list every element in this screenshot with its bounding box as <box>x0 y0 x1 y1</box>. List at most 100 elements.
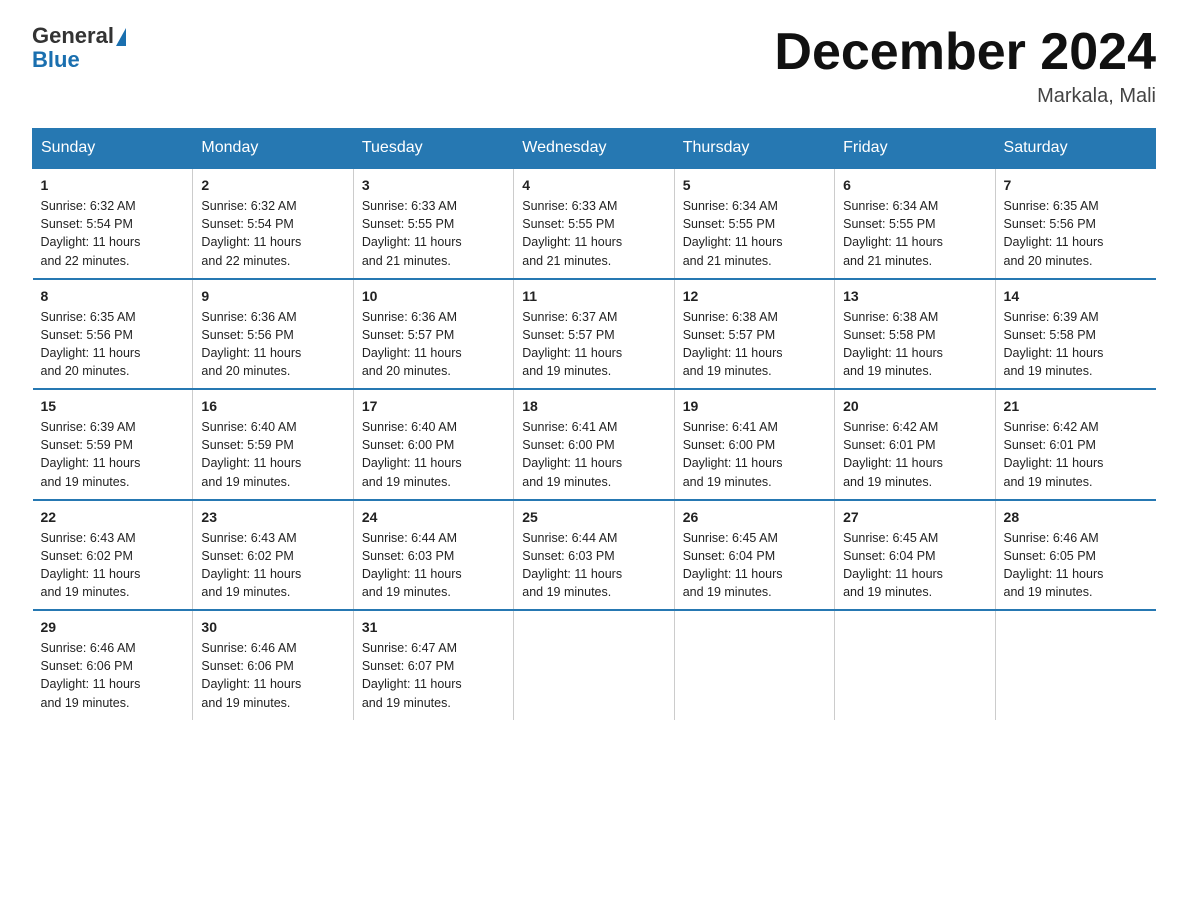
calendar-cell: 6 Sunrise: 6:34 AM Sunset: 5:55 PM Daylig… <box>835 168 995 279</box>
title-area: December 2024 Markala, Mali <box>774 24 1156 108</box>
day-info: Sunrise: 6:35 AM Sunset: 5:56 PM Dayligh… <box>1004 197 1148 270</box>
calendar-cell: 3 Sunrise: 6:33 AM Sunset: 5:55 PM Daylig… <box>353 168 513 279</box>
calendar-week-row: 22 Sunrise: 6:43 AM Sunset: 6:02 PM Dayli… <box>33 500 1156 611</box>
day-info: Sunrise: 6:45 AM Sunset: 6:04 PM Dayligh… <box>843 529 986 602</box>
day-info: Sunrise: 6:40 AM Sunset: 5:59 PM Dayligh… <box>201 418 344 491</box>
calendar-cell: 22Sunrise: 6:43 AM Sunset: 6:02 PM Dayli… <box>33 500 193 611</box>
calendar-cell: 12Sunrise: 6:38 AM Sunset: 5:57 PM Dayli… <box>674 279 834 390</box>
calendar-week-row: 1 Sunrise: 6:32 AM Sunset: 5:54 PM Daylig… <box>33 168 1156 279</box>
calendar-cell: 7Sunrise: 6:35 AM Sunset: 5:56 PM Daylig… <box>995 168 1155 279</box>
day-number: 2 <box>201 177 344 193</box>
day-info: Sunrise: 6:39 AM Sunset: 5:58 PM Dayligh… <box>1004 308 1148 381</box>
day-number: 13 <box>843 288 986 304</box>
logo: General Blue <box>32 24 126 72</box>
day-number: 21 <box>1004 398 1148 414</box>
day-number: 16 <box>201 398 344 414</box>
day-info: Sunrise: 6:46 AM Sunset: 6:06 PM Dayligh… <box>201 639 344 712</box>
day-info: Sunrise: 6:42 AM Sunset: 6:01 PM Dayligh… <box>1004 418 1148 491</box>
day-info: Sunrise: 6:34 AM Sunset: 5:55 PM Dayligh… <box>683 197 826 270</box>
day-info: Sunrise: 6:35 AM Sunset: 5:56 PM Dayligh… <box>41 308 185 381</box>
logo-general-text: General <box>32 23 114 48</box>
day-number: 27 <box>843 509 986 525</box>
calendar-cell: 19 Sunrise: 6:41 AM Sunset: 6:00 PM Dayli… <box>674 389 834 500</box>
calendar-cell: 5 Sunrise: 6:34 AM Sunset: 5:55 PM Daylig… <box>674 168 834 279</box>
calendar-cell: 29 Sunrise: 6:46 AM Sunset: 6:06 PM Dayli… <box>33 610 193 720</box>
day-info: Sunrise: 6:33 AM Sunset: 5:55 PM Dayligh… <box>522 197 665 270</box>
weekday-header-tuesday: Tuesday <box>353 129 513 169</box>
calendar-cell: 9 Sunrise: 6:36 AM Sunset: 5:56 PM Daylig… <box>193 279 353 390</box>
calendar-week-row: 8 Sunrise: 6:35 AM Sunset: 5:56 PM Daylig… <box>33 279 1156 390</box>
day-number: 9 <box>201 288 344 304</box>
day-info: Sunrise: 6:32 AM Sunset: 5:54 PM Dayligh… <box>201 197 344 270</box>
day-info: Sunrise: 6:47 AM Sunset: 6:07 PM Dayligh… <box>362 639 505 712</box>
calendar-cell: 21 Sunrise: 6:42 AM Sunset: 6:01 PM Dayli… <box>995 389 1155 500</box>
day-number: 8 <box>41 288 185 304</box>
calendar-cell: 14Sunrise: 6:39 AM Sunset: 5:58 PM Dayli… <box>995 279 1155 390</box>
day-number: 25 <box>522 509 665 525</box>
day-number: 3 <box>362 177 505 193</box>
day-number: 5 <box>683 177 826 193</box>
month-title: December 2024 <box>774 24 1156 81</box>
calendar-cell: 13 Sunrise: 6:38 AM Sunset: 5:58 PM Dayli… <box>835 279 995 390</box>
day-info: Sunrise: 6:36 AM Sunset: 5:56 PM Dayligh… <box>201 308 344 381</box>
day-number: 28 <box>1004 509 1148 525</box>
calendar-cell: 1 Sunrise: 6:32 AM Sunset: 5:54 PM Daylig… <box>33 168 193 279</box>
calendar-cell: 2 Sunrise: 6:32 AM Sunset: 5:54 PM Daylig… <box>193 168 353 279</box>
calendar-cell: 18 Sunrise: 6:41 AM Sunset: 6:00 PM Dayli… <box>514 389 674 500</box>
calendar-cell: 25Sunrise: 6:44 AM Sunset: 6:03 PM Dayli… <box>514 500 674 611</box>
day-number: 18 <box>522 398 665 414</box>
calendar-table: SundayMondayTuesdayWednesdayThursdayFrid… <box>32 128 1156 720</box>
day-number: 20 <box>843 398 986 414</box>
calendar-cell <box>674 610 834 720</box>
day-number: 4 <box>522 177 665 193</box>
day-info: Sunrise: 6:41 AM Sunset: 6:00 PM Dayligh… <box>522 418 665 491</box>
logo-blue-text: Blue <box>32 48 126 72</box>
calendar-cell <box>995 610 1155 720</box>
day-number: 12 <box>683 288 826 304</box>
logo-triangle-icon <box>116 28 126 46</box>
day-number: 26 <box>683 509 826 525</box>
day-info: Sunrise: 6:45 AM Sunset: 6:04 PM Dayligh… <box>683 529 826 602</box>
day-number: 6 <box>843 177 986 193</box>
day-number: 11 <box>522 288 665 304</box>
day-info: Sunrise: 6:37 AM Sunset: 5:57 PM Dayligh… <box>522 308 665 381</box>
weekday-header-row: SundayMondayTuesdayWednesdayThursdayFrid… <box>33 129 1156 169</box>
calendar-week-row: 29 Sunrise: 6:46 AM Sunset: 6:06 PM Dayli… <box>33 610 1156 720</box>
calendar-cell: 28Sunrise: 6:46 AM Sunset: 6:05 PM Dayli… <box>995 500 1155 611</box>
calendar-cell: 26 Sunrise: 6:45 AM Sunset: 6:04 PM Dayli… <box>674 500 834 611</box>
calendar-cell: 17Sunrise: 6:40 AM Sunset: 6:00 PM Dayli… <box>353 389 513 500</box>
weekday-header-thursday: Thursday <box>674 129 834 169</box>
calendar-cell: 8 Sunrise: 6:35 AM Sunset: 5:56 PM Daylig… <box>33 279 193 390</box>
day-info: Sunrise: 6:46 AM Sunset: 6:06 PM Dayligh… <box>41 639 185 712</box>
calendar-cell: 23 Sunrise: 6:43 AM Sunset: 6:02 PM Dayli… <box>193 500 353 611</box>
day-info: Sunrise: 6:41 AM Sunset: 6:00 PM Dayligh… <box>683 418 826 491</box>
day-number: 31 <box>362 619 505 635</box>
day-number: 24 <box>362 509 505 525</box>
calendar-week-row: 15Sunrise: 6:39 AM Sunset: 5:59 PM Dayli… <box>33 389 1156 500</box>
day-info: Sunrise: 6:42 AM Sunset: 6:01 PM Dayligh… <box>843 418 986 491</box>
day-info: Sunrise: 6:43 AM Sunset: 6:02 PM Dayligh… <box>201 529 344 602</box>
calendar-cell: 4 Sunrise: 6:33 AM Sunset: 5:55 PM Daylig… <box>514 168 674 279</box>
day-info: Sunrise: 6:33 AM Sunset: 5:55 PM Dayligh… <box>362 197 505 270</box>
day-info: Sunrise: 6:34 AM Sunset: 5:55 PM Dayligh… <box>843 197 986 270</box>
weekday-header-friday: Friday <box>835 129 995 169</box>
calendar-cell: 10Sunrise: 6:36 AM Sunset: 5:57 PM Dayli… <box>353 279 513 390</box>
weekday-header-saturday: Saturday <box>995 129 1155 169</box>
day-number: 1 <box>41 177 185 193</box>
day-number: 23 <box>201 509 344 525</box>
calendar-cell: 11 Sunrise: 6:37 AM Sunset: 5:57 PM Dayli… <box>514 279 674 390</box>
day-number: 22 <box>41 509 185 525</box>
day-info: Sunrise: 6:38 AM Sunset: 5:58 PM Dayligh… <box>843 308 986 381</box>
day-number: 19 <box>683 398 826 414</box>
calendar-cell: 31 Sunrise: 6:47 AM Sunset: 6:07 PM Dayli… <box>353 610 513 720</box>
day-number: 29 <box>41 619 185 635</box>
location: Markala, Mali <box>774 85 1156 108</box>
day-info: Sunrise: 6:32 AM Sunset: 5:54 PM Dayligh… <box>41 197 185 270</box>
day-info: Sunrise: 6:40 AM Sunset: 6:00 PM Dayligh… <box>362 418 505 491</box>
weekday-header-monday: Monday <box>193 129 353 169</box>
day-number: 30 <box>201 619 344 635</box>
weekday-header-wednesday: Wednesday <box>514 129 674 169</box>
calendar-cell: 20 Sunrise: 6:42 AM Sunset: 6:01 PM Dayli… <box>835 389 995 500</box>
weekday-header-sunday: Sunday <box>33 129 193 169</box>
day-number: 15 <box>41 398 185 414</box>
